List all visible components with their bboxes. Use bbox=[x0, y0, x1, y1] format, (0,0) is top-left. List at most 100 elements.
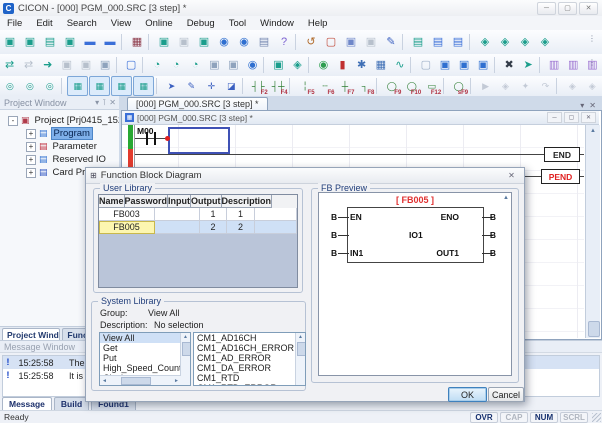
toolbar-icon[interactable]: ▣ bbox=[224, 56, 242, 74]
toolbar-icon[interactable]: ◈ bbox=[583, 77, 602, 95]
cell-selection-box[interactable] bbox=[168, 127, 230, 154]
document-tab[interactable]: [000] PGM_000.SRC [3 step] * bbox=[127, 97, 268, 110]
end-instruction[interactable]: END bbox=[544, 147, 580, 162]
child-close-button[interactable]: ✕ bbox=[581, 112, 596, 123]
toolbar-icon[interactable]: ◯F9 bbox=[382, 77, 401, 95]
toolbar-icon[interactable]: ▣ bbox=[269, 56, 287, 74]
toolbar-icon[interactable]: ➤ bbox=[519, 56, 537, 74]
toolbar-icon[interactable] bbox=[61, 78, 66, 94]
toolbar-icon[interactable]: ▦ bbox=[133, 76, 154, 96]
toolbar-icon[interactable]: ▣ bbox=[455, 56, 473, 74]
toolbar-icon[interactable]: ◯sF9 bbox=[449, 77, 468, 95]
scroll-up-icon[interactable]: ▲ bbox=[181, 333, 190, 341]
toolbar-icon[interactable]: ▣ bbox=[96, 56, 114, 74]
toolbar-icon[interactable] bbox=[148, 34, 153, 50]
toolbar-icon[interactable]: ◈ bbox=[496, 77, 515, 95]
pin-icon[interactable]: ⊺ bbox=[102, 98, 106, 107]
toolbar-icon[interactable]: ◈ bbox=[516, 33, 535, 51]
toolbar-icon[interactable]: ✦ bbox=[516, 77, 535, 95]
tree-expander-icon[interactable]: + bbox=[26, 155, 36, 165]
toolbar-icon[interactable]: ▢ bbox=[122, 56, 140, 74]
tree-item[interactable]: + ▤ Program bbox=[0, 127, 118, 140]
close-icon[interactable]: ✕ bbox=[109, 98, 116, 107]
toolbar-icon[interactable]: ◉ bbox=[235, 33, 254, 51]
toolbar-icon[interactable]: ▣ bbox=[205, 56, 223, 74]
cell-input[interactable]: 2 bbox=[200, 221, 227, 234]
scrollbar-thumb[interactable] bbox=[297, 342, 306, 356]
table-header-cell[interactable]: Input bbox=[168, 195, 191, 208]
toolbar-icon[interactable]: ┐F8 bbox=[355, 77, 374, 95]
toolbar-icon[interactable] bbox=[121, 34, 126, 50]
toolbar-icon[interactable]: ▤ bbox=[409, 33, 428, 51]
scroll-up-icon[interactable]: ▲ bbox=[586, 125, 600, 137]
ladder-vertical-scrollbar[interactable]: ▲ bbox=[585, 125, 600, 338]
function-list-item[interactable]: CM1_RTD bbox=[194, 373, 305, 383]
toolbar-icon[interactable]: ◎ bbox=[20, 77, 39, 95]
tree-expander-icon[interactable]: + bbox=[26, 129, 36, 139]
toolbar-icon[interactable]: ▦ bbox=[372, 56, 390, 74]
toolbar-icon[interactable] bbox=[469, 34, 474, 50]
toolbar-icon[interactable]: ▦ bbox=[67, 76, 88, 96]
list-vertical-scrollbar[interactable]: ▲ bbox=[295, 333, 305, 385]
toolbar-icon[interactable]: ↺ bbox=[302, 33, 321, 51]
menu-item[interactable]: Help bbox=[301, 18, 335, 29]
toolbar-icon[interactable]: ➜ bbox=[39, 56, 57, 74]
list-vertical-scrollbar[interactable]: ▲ bbox=[180, 333, 190, 385]
toolbar-icon[interactable] bbox=[263, 57, 268, 73]
toolbar-icon[interactable]: ◯F10 bbox=[402, 77, 421, 95]
toolbar-icon[interactable]: ▬ bbox=[101, 33, 120, 51]
group-list-item[interactable]: Get bbox=[100, 343, 190, 353]
toolbar-icon[interactable]: ▣ bbox=[342, 33, 361, 51]
menu-item[interactable]: View bbox=[104, 18, 138, 29]
toolbar-icon[interactable]: ▥ bbox=[564, 56, 582, 74]
cell-password[interactable] bbox=[155, 208, 200, 221]
toolbar-icon[interactable]: ▢ bbox=[417, 56, 435, 74]
toolbar-icon[interactable]: ◈ bbox=[288, 56, 306, 74]
toolbar-icon[interactable] bbox=[116, 57, 121, 73]
toolbar-icon[interactable] bbox=[470, 78, 475, 94]
toolbar-icon[interactable]: ◉ bbox=[314, 56, 332, 74]
toolbar-icon[interactable]: ▤ bbox=[41, 33, 60, 51]
ok-button[interactable]: OK bbox=[448, 387, 487, 402]
toolbar-icon[interactable] bbox=[142, 57, 147, 73]
toolbar-icon[interactable]: ✎ bbox=[182, 77, 201, 95]
toolbar-icon[interactable]: ┤┼F4 bbox=[269, 77, 288, 95]
toolbar-icon[interactable]: ? bbox=[275, 33, 294, 51]
toolbar-icon[interactable]: ⇄ bbox=[1, 56, 19, 74]
toolbar-icon[interactable]: ⇄ bbox=[20, 56, 38, 74]
toolbar-icon[interactable]: ✖ bbox=[500, 56, 518, 74]
cell-output[interactable]: 1 bbox=[227, 208, 255, 221]
user-library-table[interactable]: NamePasswordInputOutputDescription FB003… bbox=[98, 194, 298, 288]
toolbar-icon[interactable]: ✱ bbox=[353, 56, 371, 74]
pend-instruction[interactable]: PEND bbox=[541, 169, 580, 184]
toolbar-icon[interactable]: ▤ bbox=[449, 33, 468, 51]
maximize-button[interactable]: ▢ bbox=[558, 2, 577, 15]
cell-description[interactable] bbox=[255, 221, 297, 234]
tab-list-dropdown-icon[interactable]: ▾ bbox=[580, 101, 584, 110]
toolbar-icon[interactable]: ◔ bbox=[167, 56, 185, 74]
toolbar-icon[interactable]: ◉ bbox=[215, 33, 234, 51]
table-header-cell[interactable]: Description bbox=[222, 195, 273, 208]
scroll-right-icon[interactable]: ► bbox=[172, 378, 181, 384]
toolbar-icon[interactable]: ┤├F2 bbox=[249, 77, 268, 95]
toolbar-icon[interactable]: ▣ bbox=[61, 33, 80, 51]
cell-name[interactable]: FB005 bbox=[99, 221, 155, 234]
menu-item[interactable]: Tool bbox=[222, 18, 253, 29]
function-list-item[interactable]: CM1_AD16CH_ERROR bbox=[194, 343, 305, 353]
message-tab[interactable]: Message bbox=[2, 397, 52, 410]
cell-input[interactable]: 1 bbox=[200, 208, 227, 221]
toolbar-icon[interactable]: ▦ bbox=[89, 76, 110, 96]
toolbar-icon[interactable]: ▣ bbox=[436, 56, 454, 74]
toolbar-icon[interactable]: ▭F12 bbox=[422, 77, 441, 95]
scrollbar-thumb[interactable] bbox=[121, 377, 151, 385]
fb-preview-canvas[interactable]: [ FB005 ] ▲ B EN ENO B B IO1 B B IN1 OUT… bbox=[318, 192, 512, 376]
toolbar-icon[interactable]: ◎ bbox=[40, 77, 59, 95]
toolbar-icon[interactable]: ┄F6 bbox=[316, 77, 335, 95]
table-row[interactable]: FB005 2 2 bbox=[99, 221, 297, 234]
toolbar-icon[interactable]: ▥ bbox=[545, 56, 563, 74]
toolbar-icon[interactable]: ◔ bbox=[186, 56, 204, 74]
toolbar-icon[interactable]: ◉ bbox=[243, 56, 261, 74]
toolbar-icon[interactable] bbox=[410, 57, 415, 73]
toolbar-icon[interactable]: ▦ bbox=[128, 33, 147, 51]
cell-name[interactable]: FB003 bbox=[99, 208, 155, 221]
